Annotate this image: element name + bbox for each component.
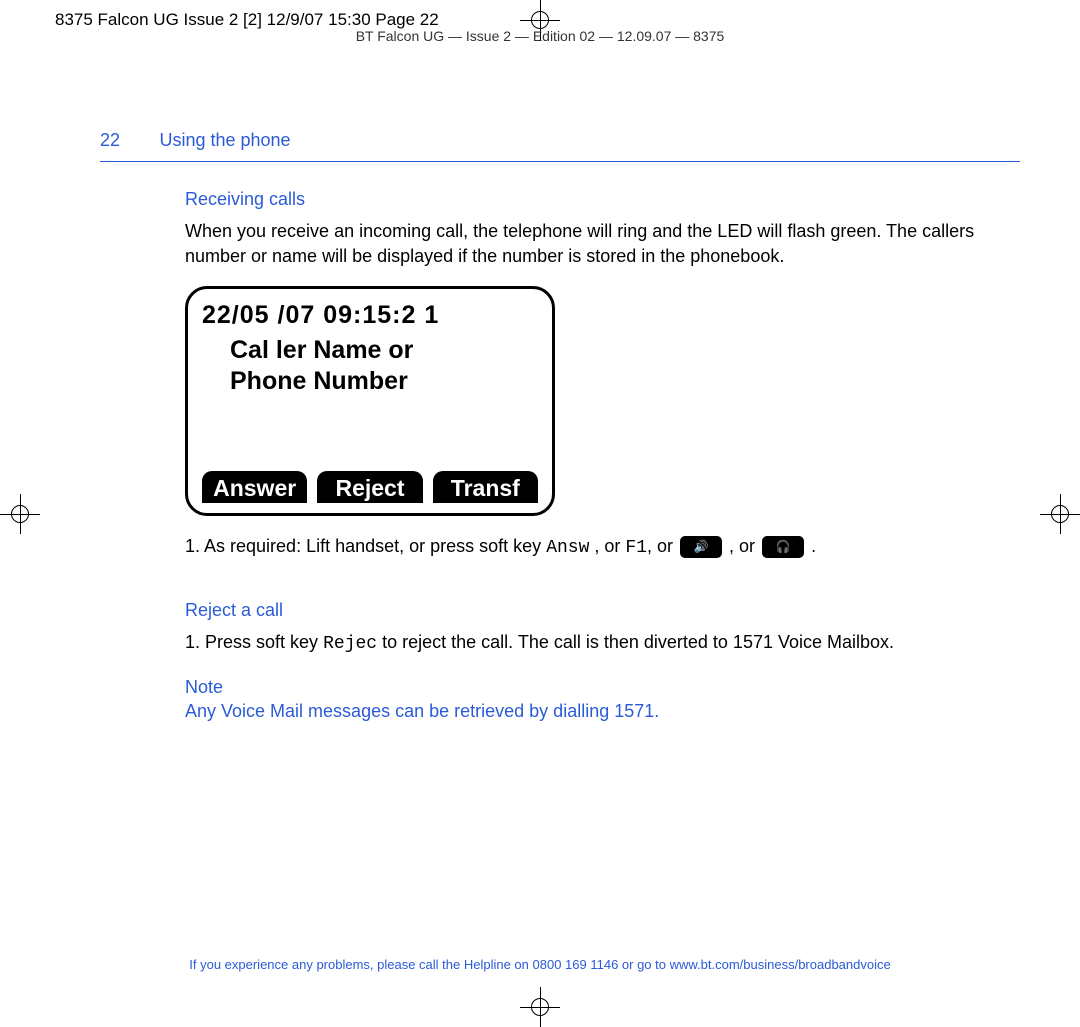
step1-prefix: 1. As required: Lift handset, or press s… [185, 536, 546, 556]
headset-key-icon [762, 536, 804, 558]
page-content: 22 Using the phone Receiving calls When … [100, 130, 1020, 723]
receiving-calls-paragraph: When you receive an incoming call, the t… [185, 219, 1020, 268]
phone-display-caller-line1: Cal ler Name or [230, 335, 538, 366]
page-number: 22 [100, 130, 155, 151]
phone-display-datetime: 22/05 /07 09:15:2 1 [202, 299, 538, 333]
reject-step-prefix: 1. Press soft key [185, 632, 323, 652]
step1-key-answ: Answ [546, 538, 589, 558]
printers-mark: 8375 Falcon UG Issue 2 [2] 12/9/07 15:30… [55, 10, 439, 30]
step1-or1: , or [589, 536, 625, 556]
header-info: BT Falcon UG — Issue 2 — Edition 02 — 12… [0, 28, 1080, 44]
step1-or3: , or [724, 536, 760, 556]
softkey-reject: Reject [317, 471, 422, 503]
phone-display-caller-line2: Phone Number [230, 366, 538, 397]
answer-step: 1. As required: Lift handset, or press s… [185, 534, 1020, 560]
step1-or2: , or [647, 536, 678, 556]
registration-mark-left [0, 494, 40, 534]
page-footer: If you experience any problems, please c… [0, 957, 1080, 972]
softkey-transf: Transf [433, 471, 538, 503]
note-text: Any Voice Mail messages can be retrieved… [185, 699, 1020, 723]
reject-step: 1. Press soft key Rejec to reject the ca… [185, 630, 1020, 656]
reject-key-rejec: Rejec [323, 634, 377, 654]
section-title: Using the phone [159, 130, 290, 150]
reject-step-suffix: to reject the call. The call is then div… [377, 632, 894, 652]
reject-call-heading: Reject a call [185, 598, 1020, 622]
section-rule [100, 161, 1020, 162]
note-label: Note [185, 675, 1020, 699]
step1-key-f1: F1 [625, 538, 647, 558]
phone-display: 22/05 /07 09:15:2 1 Cal ler Name or Phon… [185, 286, 555, 516]
step1-period: . [806, 536, 816, 556]
registration-mark-bottom [520, 987, 560, 1027]
speaker-key-icon [680, 536, 722, 558]
registration-mark-right [1040, 494, 1080, 534]
softkey-answer: Answer [202, 471, 307, 503]
receiving-calls-heading: Receiving calls [185, 187, 1020, 211]
